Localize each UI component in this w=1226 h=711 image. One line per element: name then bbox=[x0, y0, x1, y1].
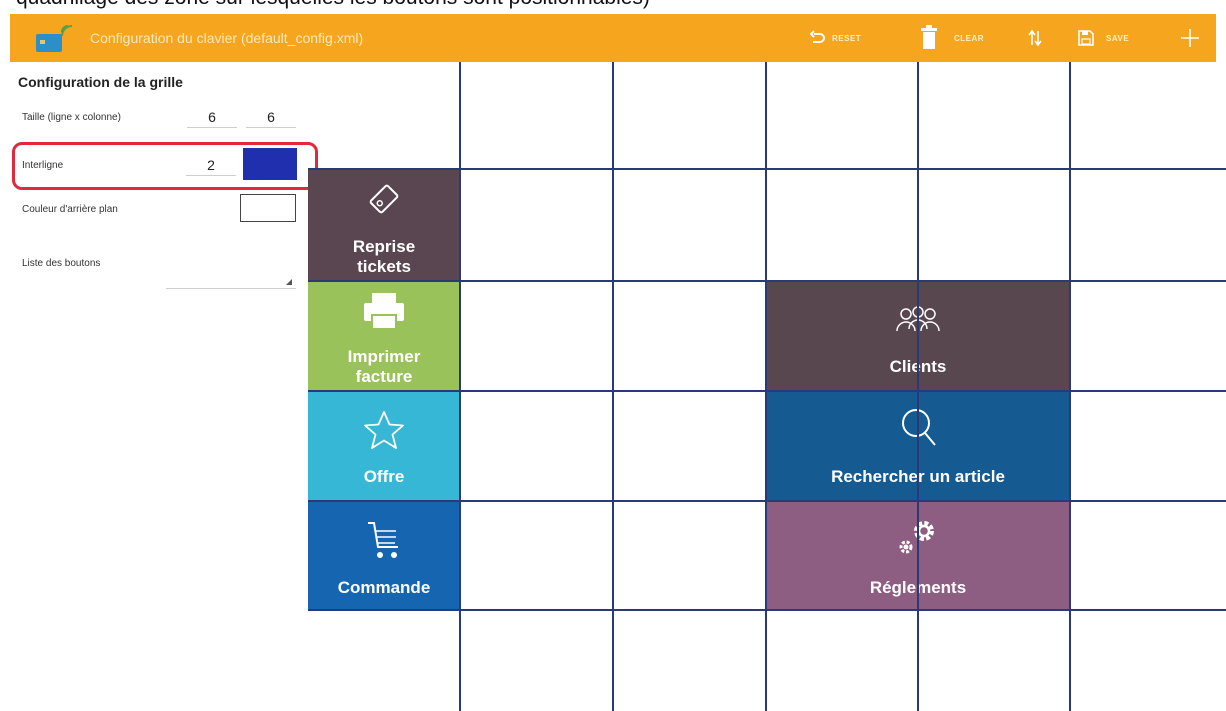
star-icon bbox=[362, 409, 406, 458]
tile-imprimer-label-line1: Imprimer bbox=[347, 347, 421, 366]
grid-row-line bbox=[308, 500, 1226, 502]
rows-field[interactable]: 6 bbox=[187, 107, 237, 128]
tile-commande-label: Commande bbox=[337, 578, 431, 597]
app-logo-icon bbox=[36, 24, 76, 58]
columns-field[interactable]: 6 bbox=[246, 107, 296, 128]
reset-button[interactable]: RESET bbox=[810, 14, 861, 62]
add-button[interactable] bbox=[1180, 14, 1200, 62]
dropdown-corner-icon bbox=[286, 279, 292, 285]
printer-icon bbox=[362, 291, 406, 336]
plus-icon bbox=[1180, 28, 1200, 48]
highlight-annotation bbox=[12, 142, 318, 190]
app-title: Configuration du clavier (default_config… bbox=[90, 30, 364, 46]
tile-imprimer-label-line2: facture bbox=[355, 367, 413, 386]
grid-column-line bbox=[459, 62, 461, 711]
tile-reprise-label-line2: tickets bbox=[357, 257, 411, 276]
grid-row-line bbox=[308, 609, 1226, 611]
tile-offre[interactable]: Offre bbox=[308, 391, 460, 501]
keyboard-grid[interactable]: Reprise tickets Imprimer facture Offre C… bbox=[308, 62, 1226, 711]
panel-title: Configuration de la grille bbox=[18, 74, 183, 90]
ticket-tag-icon bbox=[364, 179, 404, 224]
grid-row-line bbox=[308, 168, 1226, 170]
shopping-cart-icon bbox=[364, 519, 404, 566]
tile-offre-label: Offre bbox=[363, 467, 405, 486]
grid-column-line bbox=[765, 62, 767, 711]
grid-column-line bbox=[917, 62, 919, 711]
size-label: Taille (ligne x colonne) bbox=[22, 112, 121, 123]
buttons-list-select[interactable] bbox=[166, 268, 296, 289]
grid-column-line bbox=[1069, 62, 1071, 711]
background-color-label: Couleur d'arrière plan bbox=[22, 204, 118, 215]
buttons-list-label: Liste des boutons bbox=[22, 258, 101, 269]
grid-column-line bbox=[612, 62, 614, 711]
reset-label: RESET bbox=[832, 33, 862, 43]
save-label: SAVE bbox=[1106, 33, 1130, 43]
background-color-swatch[interactable] bbox=[240, 194, 296, 222]
trash-icon bbox=[920, 25, 938, 51]
floppy-disk-icon bbox=[1078, 30, 1094, 46]
app-bar: Configuration du clavier (default_config… bbox=[10, 14, 1216, 62]
grid-row-line bbox=[308, 390, 1226, 392]
swap-arrows-icon bbox=[1028, 29, 1042, 47]
caption-text: quadrillage des zone sur lesquelles les … bbox=[16, 0, 650, 10]
tile-imprimer-facture[interactable]: Imprimer facture bbox=[308, 281, 460, 391]
clear-label: CLEAR bbox=[954, 33, 985, 43]
tile-commande[interactable]: Commande bbox=[308, 501, 460, 610]
sort-button[interactable] bbox=[1028, 14, 1042, 62]
tile-reprise-label-line1: Reprise bbox=[352, 237, 416, 256]
clear-button[interactable]: CLEAR bbox=[920, 14, 984, 62]
undo-icon bbox=[810, 30, 826, 46]
save-button[interactable]: SAVE bbox=[1078, 14, 1129, 62]
tile-reprise-tickets[interactable]: Reprise tickets bbox=[308, 169, 460, 281]
grid-row-line bbox=[308, 280, 1226, 282]
grid-config-panel: Configuration de la grille Taille (ligne… bbox=[10, 62, 318, 711]
